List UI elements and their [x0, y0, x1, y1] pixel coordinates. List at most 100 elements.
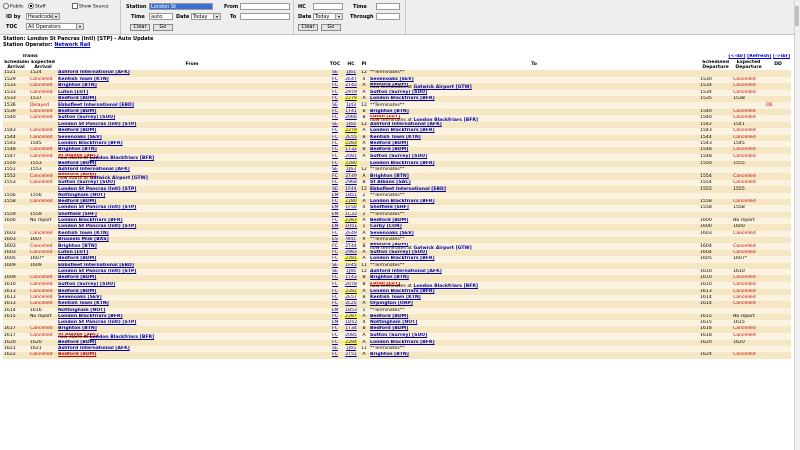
- headcode-link[interactable]: 2081: [345, 154, 357, 159]
- toc-link[interactable]: SE: [332, 346, 338, 351]
- from-station-link[interactable]: Sevenoaks [SEV]: [58, 295, 102, 300]
- id-by-select[interactable]: Headcode ▾: [26, 13, 60, 20]
- from-station-link[interactable]: Brighton [BTN]: [58, 83, 97, 88]
- from-station-link[interactable]: London Blackfriars [BFR]: [58, 218, 123, 223]
- station-input[interactable]: London St: [149, 3, 213, 10]
- from-input[interactable]: [240, 3, 290, 10]
- toc-link[interactable]: FC: [332, 115, 338, 120]
- toc-link[interactable]: FC: [332, 83, 338, 88]
- toc-link[interactable]: FC: [332, 314, 338, 319]
- from-station-link[interactable]: Bedford [BDM]: [58, 289, 96, 294]
- toc-link[interactable]: FC: [332, 340, 338, 345]
- table-row[interactable]: 1547 Cancelled St Albans [SAC] now starts a…: [3, 153, 792, 161]
- from-station-link[interactable]: Luton [LUT]: [58, 250, 88, 255]
- headcode-link[interactable]: 1H51: [345, 224, 357, 229]
- headcode-link[interactable]: 1J66: [346, 269, 356, 274]
- go2-button[interactable]: Go: [321, 24, 341, 31]
- to-station-link[interactable]: Bedford [BDM]: [370, 141, 408, 146]
- mode-staff-radio[interactable]: Staff: [28, 3, 46, 10]
- to-station-link[interactable]: London Blackfriars [BFR]: [370, 128, 435, 133]
- time2-input[interactable]: [376, 3, 400, 10]
- toc-link[interactable]: FC: [332, 301, 338, 306]
- to-station-link[interactable]: Sevenoaks [SEV]: [370, 77, 414, 82]
- headcode-link[interactable]: 2L25: [345, 301, 356, 306]
- table-row[interactable]: 1622 Cancelled Bedford [BDM] FC 2T51 A Brighto…: [3, 352, 792, 359]
- headcode-link[interactable]: 2280: [345, 199, 357, 204]
- from-station-link[interactable]: Bedford [BDM]: [58, 340, 96, 345]
- toc-link[interactable]: FC: [332, 289, 338, 294]
- to-station-link[interactable]: London Blackfriars [BFR]: [370, 340, 435, 345]
- vertical-scrollbar[interactable]: [794, 0, 800, 450]
- refresh-link[interactable]: [Refresh]: [747, 54, 771, 59]
- headcode-link[interactable]: 1T43: [345, 275, 357, 280]
- headcode-link[interactable]: 1T34: [345, 326, 357, 331]
- headcode-link[interactable]: 1B53: [345, 308, 357, 313]
- headcode-link[interactable]: 2T44: [345, 244, 357, 249]
- from-station-link[interactable]: Sevenoaks [SEV]: [58, 135, 102, 140]
- headcode-link[interactable]: 1F44: [345, 187, 356, 192]
- toc-link[interactable]: FC: [332, 352, 338, 357]
- headcode-link[interactable]: 2085: [345, 333, 357, 338]
- hc-input[interactable]: [313, 3, 343, 10]
- toc-link[interactable]: SE: [332, 167, 338, 172]
- headcode-link[interactable]: 2968: [345, 180, 357, 185]
- from-station-link[interactable]: Kentish Town [KTN]: [58, 231, 109, 236]
- from-station-link[interactable]: Luton [LUT]: [58, 90, 88, 95]
- to-station-link[interactable]: Brighton [BTN]: [370, 109, 409, 114]
- toc-link[interactable]: FC: [332, 161, 338, 166]
- headcode-link[interactable]: 1D52: [345, 320, 357, 325]
- time-input[interactable]: auto: [149, 13, 173, 20]
- to-station-link[interactable]: Bedford [BDM]: [370, 314, 408, 319]
- to-station-link[interactable]: Sutton (Surrey) [SUO]: [370, 90, 427, 95]
- from-station-link[interactable]: London Blackfriars [BFR]: [58, 314, 123, 319]
- headcode-link[interactable]: 2066: [345, 115, 357, 120]
- from-station-link[interactable]: London St Pancras (Intl) [STP]: [58, 320, 136, 325]
- from-station-link[interactable]: Bedford [BDM]: [58, 96, 96, 101]
- headcode-link[interactable]: 1T32: [345, 147, 357, 152]
- operator-link[interactable]: Network Rail: [54, 42, 90, 48]
- from-station-link[interactable]: London St Pancras (Intl) [STP]: [58, 187, 136, 192]
- scrollbar-thumb[interactable]: [795, 6, 799, 26]
- from-station-link[interactable]: Bedford [BDM]: [58, 109, 96, 114]
- to-station-link[interactable]: Bedford [BDM]: [370, 147, 408, 152]
- to-station-link[interactable]: Ebbsfleet International [EBD]: [370, 187, 446, 192]
- headcode-link[interactable]: 9I41: [346, 237, 356, 242]
- toc-link[interactable]: FC: [332, 250, 338, 255]
- toc-link[interactable]: FC: [332, 109, 338, 114]
- toc-link[interactable]: SE: [332, 263, 338, 268]
- to-station-link[interactable]: Kentish Town [KTN]: [370, 295, 421, 300]
- toc-link[interactable]: EM: [332, 224, 339, 229]
- headcode-link[interactable]: 1J63: [346, 167, 356, 172]
- from-station-link[interactable]: Brighton [BTN]: [58, 147, 97, 152]
- toc-link[interactable]: FC: [332, 275, 338, 280]
- through-input[interactable]: [376, 13, 400, 20]
- toc-link[interactable]: FC: [332, 141, 338, 146]
- clear-button[interactable]: Clear: [130, 24, 150, 31]
- from-station-link[interactable]: Ashford International [AFK]: [58, 346, 130, 351]
- from-note-link[interactable]: London Blackfriars [BFR]: [90, 335, 155, 339]
- headcode-link[interactable]: 2282: [345, 289, 357, 294]
- headcode-link[interactable]: 2287: [345, 314, 357, 319]
- to-station-link[interactable]: Kentish Town [KTN]: [370, 135, 421, 140]
- toc-link[interactable]: FC: [332, 295, 338, 300]
- headcode-link[interactable]: 2279: [345, 128, 357, 133]
- ibr-next-link[interactable]: [->ibr]: [773, 54, 790, 59]
- toc-link[interactable]: FC: [332, 174, 338, 179]
- ibr-prev-link[interactable]: [<-ibr]: [728, 54, 745, 59]
- clear2-button[interactable]: Clear: [298, 24, 318, 31]
- from-station-link[interactable]: Bedford [BDM]: [58, 256, 96, 261]
- toc-link[interactable]: FC: [332, 218, 338, 223]
- toc-link[interactable]: FC: [332, 244, 338, 249]
- from-station-link[interactable]: Brighton [BTN]: [58, 244, 97, 249]
- from-station-link[interactable]: Bedford [BDM]: [58, 161, 96, 166]
- from-station-link[interactable]: Sutton (Surrey) [SUO]: [58, 180, 115, 185]
- to-input[interactable]: [240, 13, 290, 20]
- toc-link[interactable]: FC: [332, 180, 338, 185]
- to-station-link[interactable]: Brighton [BTN]: [370, 352, 409, 357]
- headcode-link[interactable]: 2279: [345, 96, 357, 101]
- toc-link[interactable]: FC: [332, 282, 338, 287]
- toc-link[interactable]: FC: [332, 77, 338, 82]
- from-station-link[interactable]: Sutton (Surrey) [SUO]: [58, 282, 115, 287]
- headcode-link[interactable]: 2E49: [345, 231, 357, 236]
- from-station-link[interactable]: London Blackfriars [BFR]: [58, 141, 123, 146]
